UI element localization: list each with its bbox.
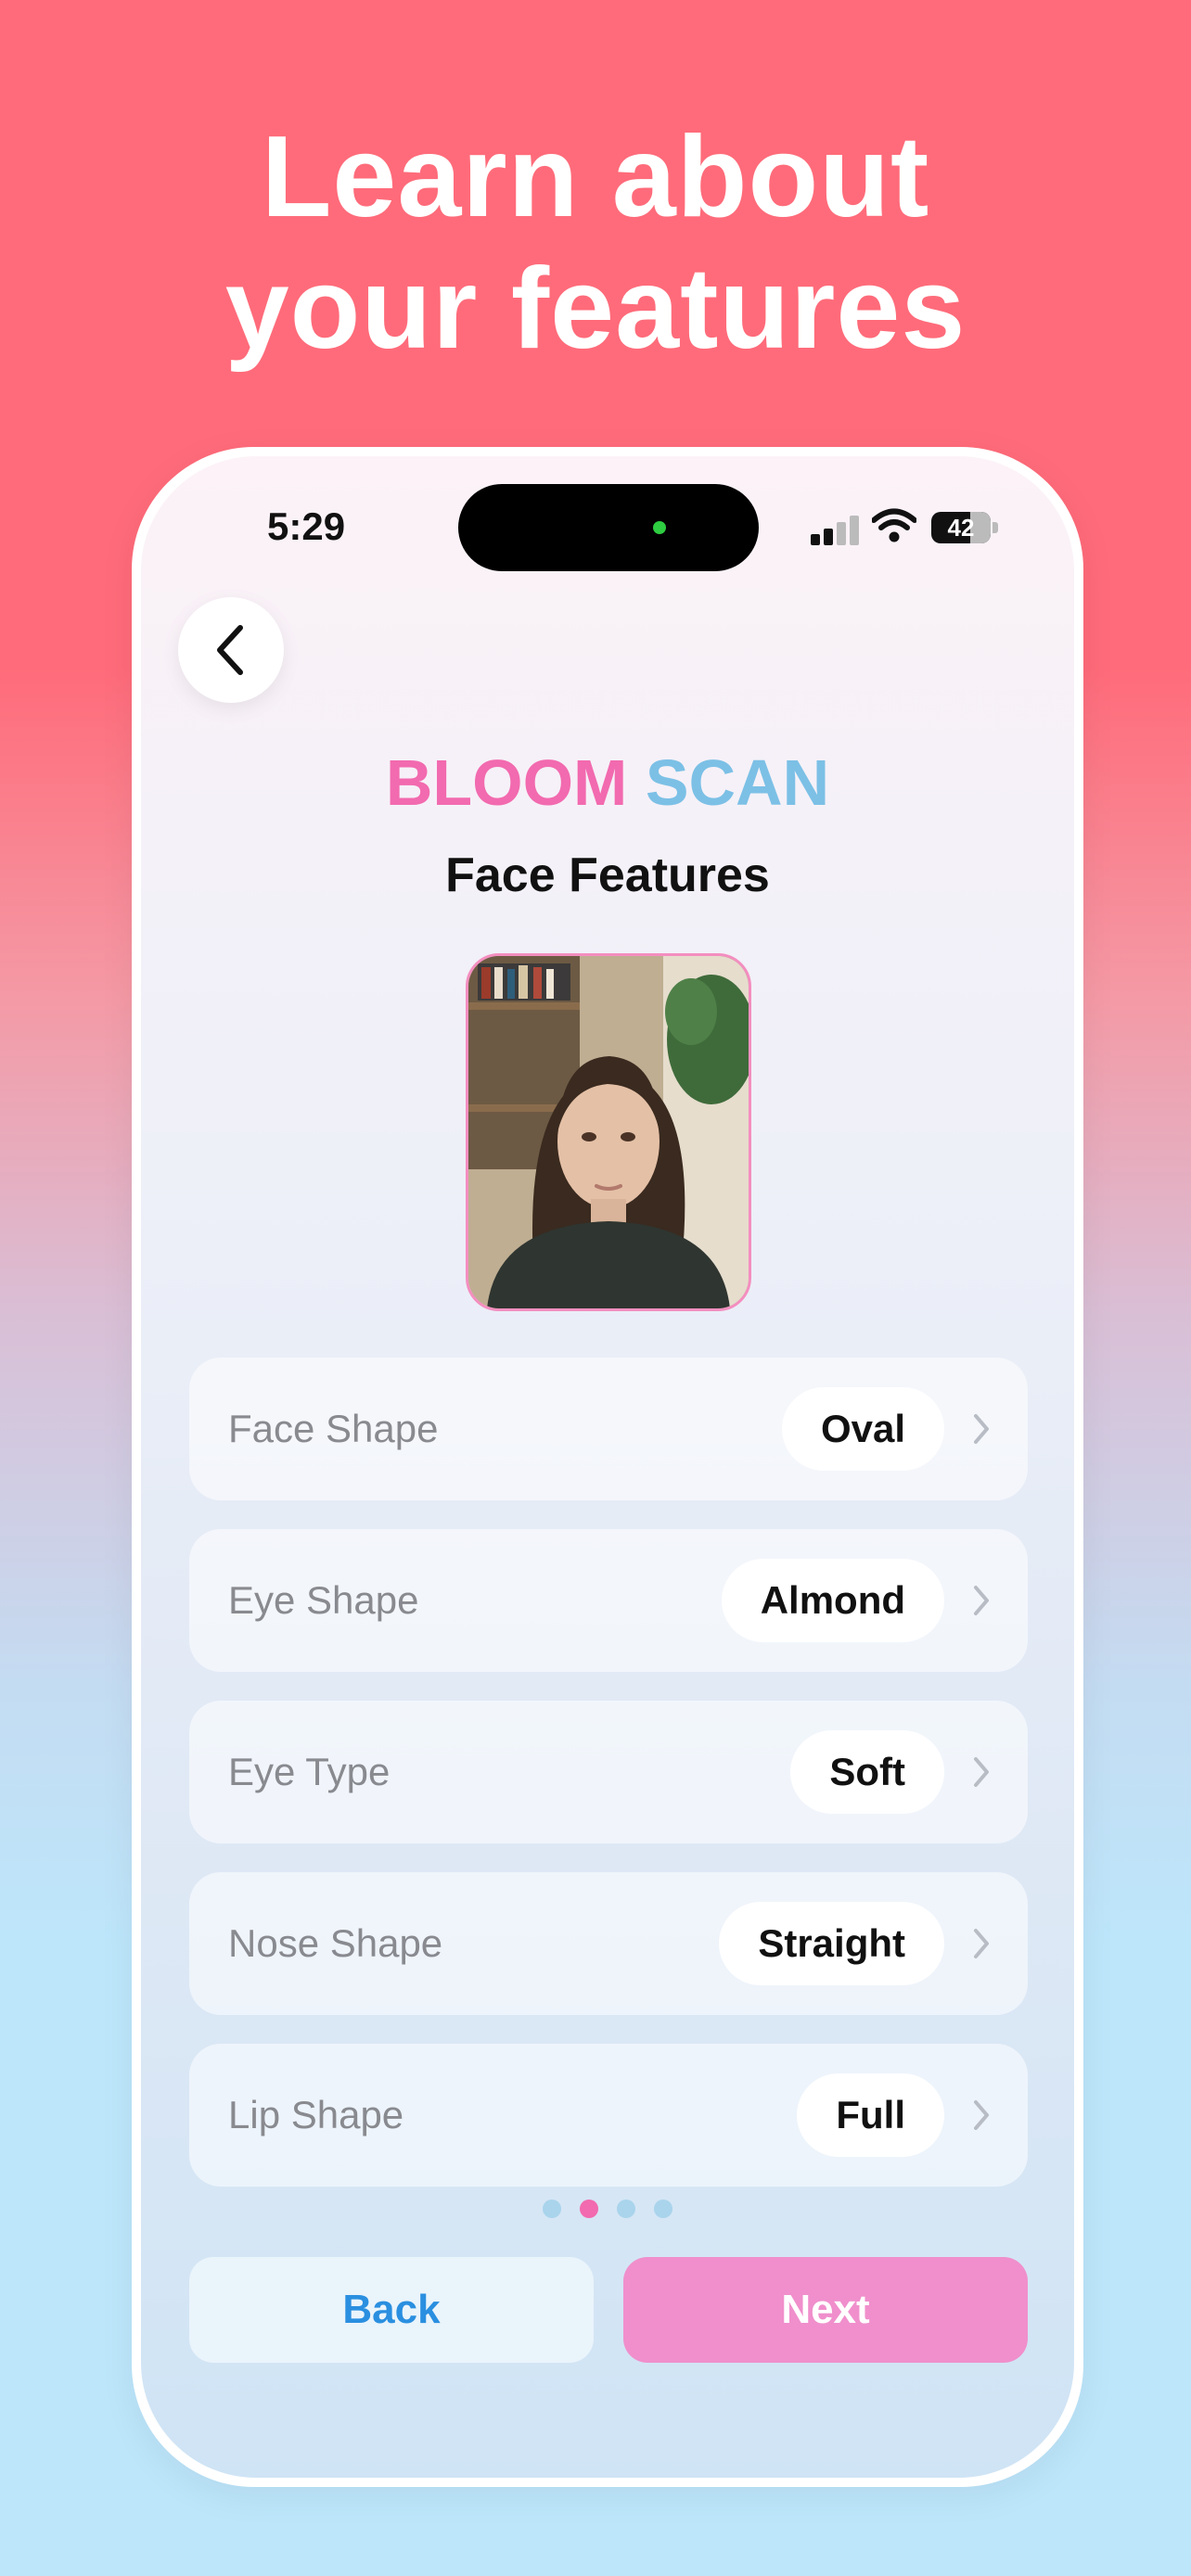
logo-bloom: BLOOM [385,746,628,819]
feature-label: Nose Shape [228,1921,443,1965]
page-title: Face Features [445,848,770,902]
feature-label: Face Shape [228,1407,439,1450]
logo-scan: SCAN [645,746,830,819]
next-button[interactable]: Next [623,2257,1028,2363]
feature-label: Eye Shape [228,1578,419,1622]
battery-icon: 42 [931,512,998,543]
wifi-icon [872,508,916,542]
chevron-left-icon [217,625,243,675]
feature-value-badge: Straight [719,1902,944,1985]
headline-line-2: your features [224,245,967,373]
page-dot[interactable] [654,2200,672,2218]
marketing-headline: Learn about your features [0,111,1191,375]
back-button[interactable]: Back [189,2257,594,2363]
headline-line-1: Learn about [261,113,930,241]
page-dot[interactable] [543,2200,561,2218]
feature-row-nose-shape[interactable]: Nose Shape Straight [189,1872,1028,2015]
camera-indicator-icon [653,521,666,534]
feature-value-badge: Soft [790,1730,944,1814]
feature-row-face-shape[interactable]: Face Shape Oval [189,1358,1028,1500]
cellular-signal-icon [811,514,859,545]
feature-label: Eye Type [228,1750,391,1793]
feature-row-lip-shape[interactable]: Lip Shape Full [189,2044,1028,2187]
app-logo: BLOOM SCAN [141,746,1074,820]
app-screen: 5:29 42 BLOOM SCAN Face Features Face Sh… [141,456,1074,2478]
page-dot[interactable] [617,2200,635,2218]
feature-label: Lip Shape [228,2093,404,2136]
dynamic-island [458,484,759,571]
feature-list: Face Shape Oval Eye Shape Almond Eye Typ… [189,1358,1028,2215]
feature-value-badge: Oval [781,1387,944,1471]
chevron-right-icon [974,1757,989,1787]
status-time: 5:29 [267,504,346,548]
user-photo [466,953,751,1311]
chevron-right-icon [974,1414,989,1444]
feature-row-eye-type[interactable]: Eye Type Soft [189,1701,1028,1843]
page-dot[interactable] [580,2200,598,2218]
chevron-right-icon [974,1929,989,1958]
nav-back-button[interactable] [178,597,284,703]
feature-row-eye-shape[interactable]: Eye Shape Almond [189,1529,1028,1672]
chevron-right-icon [974,1586,989,1615]
chevron-right-icon [974,2100,989,2130]
battery-level: 42 [947,514,975,542]
feature-value-badge: Almond [721,1559,944,1642]
portrait-image [468,956,749,1308]
phone-frame: 5:29 42 BLOOM SCAN Face Features Face Sh… [132,447,1083,2487]
feature-value-badge: Full [797,2073,944,2157]
page-indicator [141,2200,1074,2218]
